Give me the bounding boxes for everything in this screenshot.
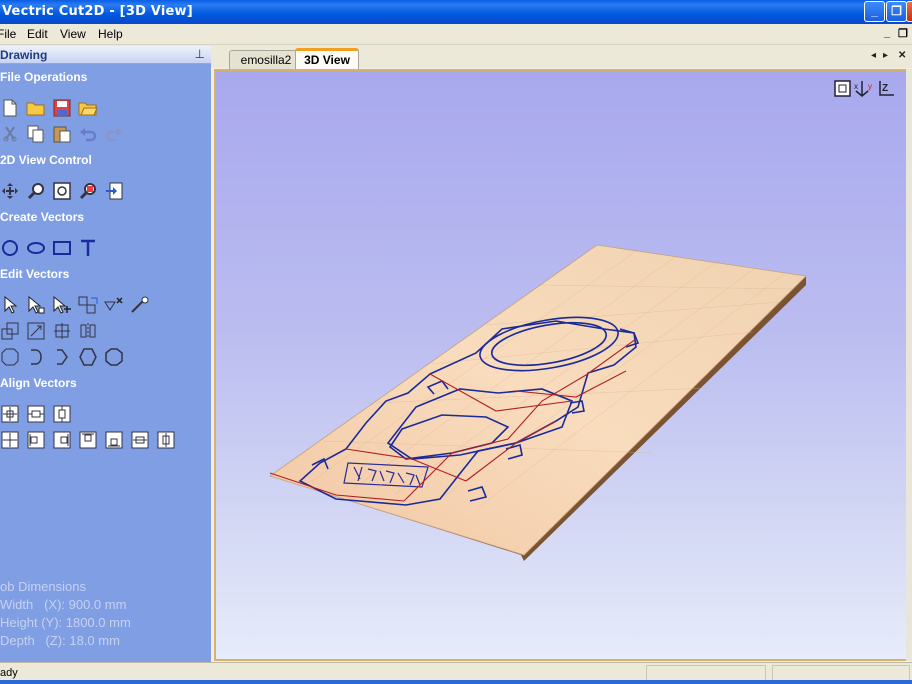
align-top-icon[interactable] (78, 430, 98, 450)
section-create-vectors: Create Vectors (0, 210, 85, 224)
align-left-icon[interactable] (26, 430, 46, 450)
join-vectors-icon[interactable] (78, 295, 98, 315)
close-vector-icon[interactable] (78, 347, 98, 367)
section-align-vectors: Align Vectors (0, 376, 77, 390)
zoom-icon[interactable] (26, 181, 46, 201)
status-pane-1 (646, 665, 766, 681)
mdi-minimize-button[interactable]: _ (884, 27, 890, 39)
open-file-icon[interactable] (26, 98, 46, 118)
taskbar-edge (0, 680, 912, 684)
fillet-icon[interactable] (26, 347, 46, 367)
smooth-vector-icon[interactable] (104, 347, 124, 367)
board-3d-render (269, 244, 807, 561)
align-vertical-center-icon[interactable] (156, 430, 176, 450)
pan-icon[interactable] (0, 181, 20, 201)
main-area: emosilla2 3D View ◂ ▸ ✕ x y Z (211, 46, 912, 662)
board-top (269, 244, 807, 556)
save-file-icon[interactable] (52, 98, 72, 118)
job-dimensions-title: ob Dimensions (0, 579, 86, 594)
panel-title: Drawing (0, 48, 48, 62)
section-edit-vectors: Edit Vectors (0, 267, 70, 281)
copy-icon[interactable] (26, 124, 46, 144)
window-title: Vectric Cut2D - [3D View] (2, 4, 193, 19)
move-icon[interactable] (52, 321, 72, 341)
tab-emosilla2[interactable]: emosilla2 (229, 50, 303, 69)
tab-strip: emosilla2 3D View ◂ ▸ ✕ (211, 46, 912, 69)
menu-edit[interactable]: Edit (27, 27, 48, 41)
open-folder-icon[interactable] (78, 98, 98, 118)
job-width: Width (X): 900.0 mm (0, 597, 127, 612)
select-icon[interactable] (0, 295, 20, 315)
panel-header: Drawing ⊥ (0, 46, 211, 64)
tab-prev-icon[interactable]: ◂ (871, 50, 876, 61)
align-bottom-icon[interactable] (104, 430, 124, 450)
close-button[interactable] (906, 1, 912, 22)
circle-tool-icon[interactable] (0, 238, 20, 258)
drawing-panel: Drawing ⊥ File Operations 2D View Contro… (0, 46, 211, 662)
paste-icon[interactable] (52, 124, 72, 144)
undo-icon[interactable] (78, 124, 98, 144)
status-text: ady (0, 667, 18, 679)
minimize-button[interactable]: _ (864, 1, 885, 22)
tab-next-icon[interactable]: ▸ (883, 50, 888, 61)
zoom-box-icon[interactable] (78, 181, 98, 201)
status-pane-2 (772, 665, 910, 681)
menu-bar: File Edit View Help _ ❐ (0, 24, 912, 45)
measure-icon[interactable] (130, 295, 150, 315)
mdi-restore-button[interactable]: ❐ (898, 27, 908, 40)
title-bar: Vectric Cut2D - [3D View] _ ❐ (0, 0, 912, 24)
cut-icon[interactable] (0, 124, 20, 144)
pin-icon[interactable]: ⊥ (195, 47, 205, 61)
tab-3d-view[interactable]: 3D View (295, 48, 359, 69)
redo-icon[interactable] (104, 124, 124, 144)
set-size-icon[interactable] (26, 321, 46, 341)
rectangle-tool-icon[interactable] (52, 238, 72, 258)
interactive-select-icon[interactable] (52, 295, 72, 315)
3d-view-canvas[interactable]: x y Z (214, 69, 908, 661)
offset-icon[interactable] (0, 347, 20, 367)
zoom-extents-icon[interactable] (52, 181, 72, 201)
chamfer-icon[interactable] (52, 347, 72, 367)
align-center-icon[interactable] (0, 430, 20, 450)
text-tool-icon[interactable] (78, 238, 98, 258)
job-height: Height (Y): 1800.0 mm (0, 615, 131, 630)
menu-view[interactable]: View (60, 27, 86, 41)
center-horizontal-icon[interactable] (26, 404, 46, 424)
ellipse-tool-icon[interactable] (26, 238, 46, 258)
trim-vectors-icon[interactable] (104, 295, 124, 315)
menu-file[interactable]: File (0, 27, 16, 41)
section-2d-view-control: 2D View Control (0, 153, 92, 167)
scale-icon[interactable] (0, 321, 20, 341)
view-scrollbar[interactable] (906, 69, 912, 661)
node-edit-icon[interactable] (26, 295, 46, 315)
restore-button[interactable]: ❐ (886, 1, 907, 22)
align-right-icon[interactable] (52, 430, 72, 450)
job-depth: Depth (Z): 18.0 mm (0, 633, 120, 648)
section-file-operations: File Operations (0, 70, 88, 84)
align-horizontal-center-icon[interactable] (130, 430, 150, 450)
import-view-icon[interactable] (104, 181, 124, 201)
mirror-icon[interactable] (78, 321, 98, 341)
tab-close-icon[interactable]: ✕ (898, 50, 906, 61)
center-in-material-icon[interactable] (0, 404, 20, 424)
center-vertical-icon[interactable] (52, 404, 72, 424)
new-file-icon[interactable] (0, 98, 20, 118)
menu-help[interactable]: Help (98, 27, 123, 41)
